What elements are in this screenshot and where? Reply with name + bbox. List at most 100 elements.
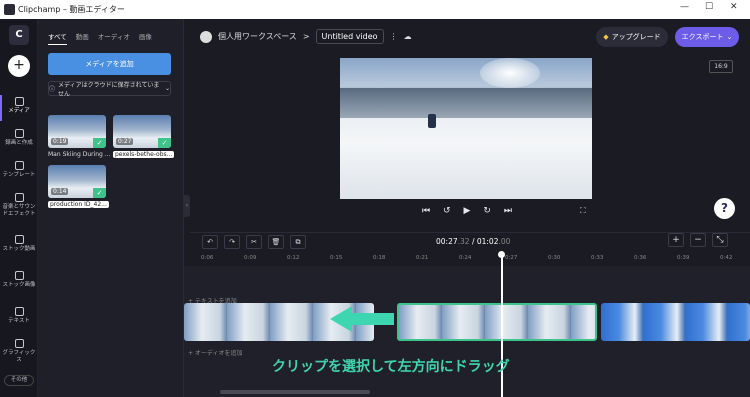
media-item[interactable]: 0:19 ✓ — [48, 115, 106, 148]
collapse-panel-handle[interactable]: ‹ — [184, 195, 190, 217]
workspace-avatar — [200, 30, 212, 43]
tab-all[interactable]: すべて — [48, 31, 67, 45]
title-bar: Clipchamp – 動画エディター — ☐ ✕ — [0, 0, 750, 19]
add-audio-track[interactable]: + オーディオを追加 — [188, 348, 243, 357]
timeline-toolbar: ↶ ↷ ✂ 🗑 ⧉ 00:27.32 / 01:02.00 — [190, 232, 750, 250]
duration-badge: 0:14 — [51, 188, 69, 195]
zoom-out-button[interactable]: − — [690, 233, 706, 247]
selected-video-clip[interactable] — [397, 303, 597, 341]
cloud-notice-text: メディアはクラウドに保存されていません — [58, 81, 160, 98]
ruler-tick: 0:42 — [720, 255, 733, 261]
split-icon[interactable]: ✂ — [246, 235, 262, 249]
rail-item-templates[interactable]: テンプレート — [0, 161, 38, 179]
sun-glare — [480, 58, 540, 88]
aspect-ratio-button[interactable]: 16:9 — [709, 60, 733, 73]
image-icon — [14, 271, 24, 280]
rail-item-graphics[interactable]: グラフィックス — [0, 339, 38, 363]
zoom-in-button[interactable]: + — [668, 233, 684, 247]
play-icon[interactable]: ▶ — [464, 206, 471, 218]
rail-item-music[interactable]: 音楽とサウンドエフェクト — [0, 193, 38, 217]
camera-icon — [14, 129, 24, 138]
drag-left-arrow — [330, 306, 394, 332]
rail-item-stock-image[interactable]: ストック画像 — [0, 271, 38, 289]
fit-icon[interactable]: ⤡ — [712, 233, 728, 247]
cloud-off-icon[interactable]: ☁ — [404, 32, 412, 41]
video-title-field[interactable]: Untitled video — [315, 29, 384, 44]
upgrade-label: アップグレード — [611, 33, 661, 41]
text-icon — [14, 307, 24, 316]
film-icon — [14, 235, 24, 244]
ruler-tick: 0:21 — [416, 255, 429, 261]
timeline-scrollbar[interactable] — [220, 390, 370, 394]
window-title: Clipchamp – 動画エディター — [18, 5, 125, 14]
check-icon: ✓ — [93, 138, 106, 148]
mountain-range — [340, 88, 592, 118]
ruler-tick: 0:39 — [677, 255, 690, 261]
rewind-5s-icon[interactable]: ↺ — [443, 206, 451, 218]
workspace-name[interactable]: 個人用ワークスペース — [218, 31, 297, 42]
redo-icon[interactable]: ↷ — [224, 235, 240, 249]
export-button[interactable]: エクスポート ⌄ — [675, 27, 739, 47]
duplicate-icon[interactable]: ⧉ — [290, 235, 306, 249]
video-preview[interactable] — [340, 58, 592, 199]
timeline-ruler[interactable]: 0:06 0:09 0:12 0:15 0:18 0:21 0:24 0:27 … — [184, 252, 750, 266]
timecode: 00:27.32 / 01:02.00 — [436, 237, 511, 246]
top-bar: 個人用ワークスペース > Untitled video ⋮ ☁ ◆ アップグレー… — [190, 19, 750, 53]
ruler-tick: 0:30 — [548, 255, 561, 261]
more-icon[interactable]: ⋮ — [390, 32, 398, 41]
help-button[interactable]: ? — [714, 198, 735, 219]
maximize-button[interactable]: ☐ — [705, 2, 713, 12]
media-item[interactable]: 0:27 ✓ — [113, 115, 171, 148]
total-time-frac: .00 — [498, 237, 511, 246]
ruler-tick: 0:18 — [373, 255, 386, 261]
zoom-controls: + − ⤡ — [668, 233, 728, 247]
left-rail: C + メディア 録画と作成 テンプレート 音楽とサウンドエフェクト ストック動… — [0, 19, 38, 397]
timeline-tracks: + テキストを追加 + オーディオを追加 — [184, 266, 750, 397]
ruler-tick: 0:24 — [459, 255, 472, 261]
info-icon: ⓘ — [49, 86, 56, 93]
instruction-caption: クリップを選択して左方向にドラッグ — [272, 359, 510, 375]
chevron-down-icon: ⌄ — [726, 33, 733, 41]
tab-audio[interactable]: オーディオ — [98, 31, 130, 45]
delete-icon[interactable]: 🗑 — [268, 235, 284, 249]
breadcrumb: 個人用ワークスペース > Untitled video ⋮ ☁ — [200, 29, 412, 44]
rail-item-media[interactable]: メディア — [0, 95, 38, 121]
media-item-label: Man Skiing During ... — [48, 151, 111, 158]
upgrade-button[interactable]: ◆ アップグレード — [596, 27, 668, 47]
media-item-label: pexels-bethe-obs... — [113, 151, 175, 158]
breadcrumb-separator: > — [302, 32, 310, 41]
music-icon — [14, 193, 24, 202]
skip-back-icon[interactable]: ⏮ — [422, 206, 430, 218]
current-time-frac: .32 — [457, 237, 470, 246]
ruler-tick: 0:15 — [330, 255, 343, 261]
clipchamp-logo: C — [9, 25, 29, 45]
ruler-tick: 0:12 — [287, 255, 300, 261]
media-item[interactable]: 0:14 ✓ — [48, 165, 106, 198]
tab-image[interactable]: 画像 — [139, 31, 152, 45]
create-new-button[interactable]: + — [8, 55, 30, 77]
rail-item-more[interactable]: その他 — [4, 375, 34, 386]
undo-icon[interactable]: ↶ — [202, 235, 218, 249]
duration-badge: 0:19 — [51, 138, 69, 145]
media-item-label: production ID_42... — [48, 201, 109, 208]
forward-5s-icon[interactable]: ↻ — [483, 206, 491, 218]
add-media-button[interactable]: メディアを追加 — [48, 53, 171, 75]
check-icon: ✓ — [158, 138, 171, 148]
cloud-notice[interactable]: ⓘ メディアはクラウドに保存されていません ⌄ — [48, 81, 171, 98]
skier-figure — [428, 114, 436, 128]
diamond-icon: ◆ — [603, 33, 609, 41]
fullscreen-icon[interactable]: ⛶ — [580, 206, 586, 216]
tab-video[interactable]: 動画 — [76, 31, 89, 45]
skip-forward-icon[interactable]: ⏭ — [504, 206, 512, 218]
minimize-button[interactable]: — — [680, 2, 689, 12]
close-button[interactable]: ✕ — [730, 2, 738, 12]
current-time: 00:27 — [436, 237, 458, 246]
playback-controls: ⏮ ↺ ▶ ↻ ⏭ — [422, 206, 512, 218]
rail-item-text[interactable]: テキスト — [0, 307, 38, 325]
duration-badge: 0:27 — [116, 138, 134, 145]
media-panel: すべて 動画 オーディオ 画像 メディアを追加 ⓘ メディアはクラウドに保存され… — [38, 19, 184, 397]
rail-item-stock-video[interactable]: ストック動画 — [0, 235, 38, 253]
rail-item-record[interactable]: 録画と作成 — [0, 129, 38, 147]
ruler-tick: 0:33 — [591, 255, 604, 261]
video-clip[interactable] — [601, 303, 750, 341]
